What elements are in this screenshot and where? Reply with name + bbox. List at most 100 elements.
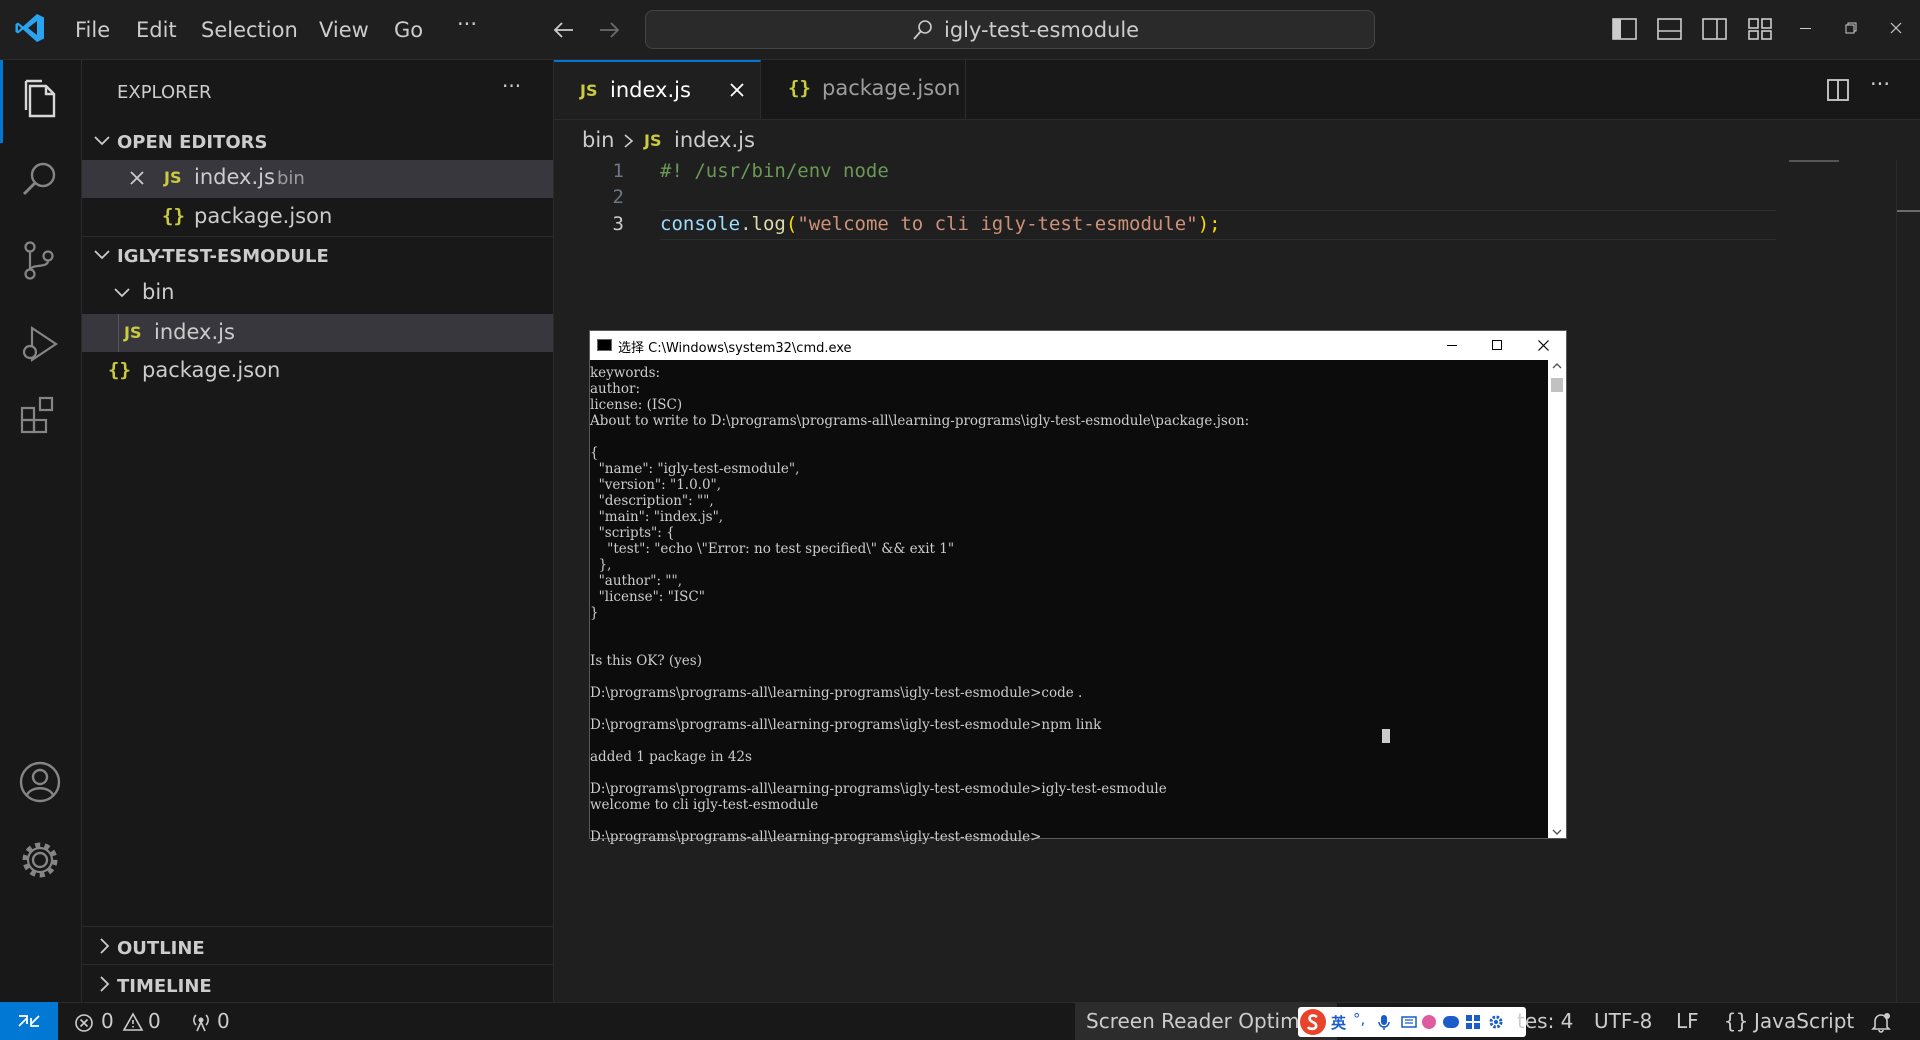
project-header[interactable]: IGLY-TEST-ESMODULE	[117, 246, 329, 267]
error-count[interactable]: 0	[101, 1009, 114, 1033]
line-number: 2	[612, 186, 624, 208]
breadcrumb-folder[interactable]: bin	[582, 128, 614, 152]
menu-more[interactable]: ···	[457, 12, 477, 36]
minimap[interactable]	[1789, 160, 1839, 162]
breadcrumb-file[interactable]: index.js	[674, 128, 755, 152]
cmd-output-line: license: (ISC)	[590, 397, 683, 413]
sogou-logo-icon	[1300, 1009, 1326, 1035]
accounts-icon[interactable]	[18, 760, 62, 804]
editor-more-actions[interactable]: ···	[1870, 72, 1890, 96]
chevron-down-icon[interactable]	[92, 130, 112, 150]
json-file-icon: {}	[788, 77, 811, 99]
eol-setting[interactable]: LF	[1676, 1009, 1699, 1033]
chevron-down-icon[interactable]	[92, 244, 112, 264]
ports-count[interactable]: 0	[217, 1009, 230, 1033]
cmd-output-line: "version": "1.0.0",	[590, 477, 722, 493]
chat-icon[interactable]	[1443, 1016, 1459, 1028]
ports-broadcast-icon[interactable]	[190, 1012, 212, 1032]
chevron-right-icon[interactable]	[94, 936, 114, 956]
menu-file[interactable]: File	[75, 18, 110, 42]
cmd-title-bar[interactable]: 选择 C:\Windows\system32\cmd.exe	[590, 331, 1566, 360]
ime-punct-icon[interactable]: °,	[1353, 1010, 1365, 1028]
line-number-current: 3	[612, 213, 624, 235]
close-icon[interactable]	[129, 170, 145, 186]
microphone-icon[interactable]	[1378, 1014, 1390, 1031]
toggle-panel-icon[interactable]	[1657, 17, 1682, 41]
open-editor-row-package[interactable]: {} package.json	[82, 198, 553, 236]
cmd-app-icon	[597, 339, 612, 351]
cmd-output-line: Is this OK? (yes)	[590, 653, 702, 669]
menu-view[interactable]: View	[319, 18, 369, 42]
explorer-more-button[interactable]: ···	[502, 74, 521, 98]
braces-icon[interactable]: {}	[1724, 1009, 1748, 1033]
explorer-title: EXPLORER	[117, 82, 212, 103]
open-editor-row-index[interactable]: JS index.js bin	[82, 160, 553, 198]
manage-gear-icon[interactable]	[18, 838, 62, 882]
timeline-header[interactable]: TIMELINE	[117, 976, 212, 997]
maximize-icon[interactable]	[1492, 340, 1502, 350]
chevron-down-icon[interactable]	[112, 282, 132, 302]
forward-arrow-icon[interactable]	[597, 18, 621, 42]
customize-layout-icon[interactable]	[1748, 17, 1773, 41]
code-line-1: #! /usr/bin/env node	[660, 160, 889, 182]
chevron-right-icon[interactable]	[94, 974, 114, 994]
cmd-output-line: "test": "echo \"Error: no test specified…	[590, 541, 955, 557]
js-file-icon: JS	[124, 323, 142, 342]
folder-bin[interactable]: bin	[142, 280, 174, 304]
extensions-icon[interactable]	[18, 394, 62, 438]
explorer-icon[interactable]	[18, 76, 62, 122]
toolbox-grid-icon[interactable]	[1466, 1015, 1480, 1029]
vertical-scrollbar[interactable]	[1896, 160, 1897, 1002]
cmd-scrollbar[interactable]	[1548, 360, 1566, 838]
tab-index-js[interactable]: JS index.js	[554, 60, 761, 119]
minimize-icon[interactable]	[1447, 345, 1457, 346]
encoding-setting[interactable]: UTF-8	[1594, 1009, 1652, 1033]
language-mode[interactable]: JavaScript	[1754, 1009, 1854, 1033]
ime-language-label[interactable]: 英	[1331, 1012, 1346, 1033]
error-icon[interactable]	[74, 1013, 94, 1033]
close-icon[interactable]	[729, 82, 745, 98]
warning-icon[interactable]	[122, 1012, 144, 1032]
ime-toolbar[interactable]: 英 °,	[1298, 1007, 1526, 1037]
divider	[82, 964, 553, 965]
back-arrow-icon[interactable]	[552, 18, 576, 42]
restore-icon[interactable]	[1845, 22, 1857, 34]
file-row-index[interactable]: JS index.js	[82, 314, 553, 352]
split-editor-icon[interactable]	[1826, 78, 1850, 102]
file-row-package[interactable]: {} package.json	[82, 352, 553, 390]
json-file-icon: {}	[108, 359, 131, 381]
tab-label: package.json	[822, 76, 961, 100]
js-file-icon: JS	[644, 131, 662, 150]
warning-count[interactable]: 0	[148, 1009, 161, 1033]
close-window-icon[interactable]	[1890, 22, 1902, 34]
menu-edit[interactable]: Edit	[136, 18, 177, 42]
tab-package-json[interactable]: {} package.json	[762, 60, 966, 119]
menu-selection[interactable]: Selection	[201, 18, 298, 42]
run-debug-icon[interactable]	[18, 322, 62, 366]
close-window-icon[interactable]	[1538, 340, 1549, 351]
settings-gear-icon[interactable]	[1488, 1014, 1504, 1030]
minimize-icon[interactable]	[1800, 28, 1811, 29]
code-line-3: console.log("welcome to cli igly-test-es…	[660, 213, 1221, 235]
search-view-icon[interactable]	[18, 158, 62, 202]
notifications-bell-icon[interactable]	[1870, 1011, 1892, 1033]
menu-go[interactable]: Go	[394, 18, 423, 42]
skin-icon[interactable]	[1422, 1015, 1436, 1029]
source-control-icon[interactable]	[18, 238, 62, 282]
outline-header[interactable]: OUTLINE	[117, 938, 205, 959]
toggle-secondary-sidebar-icon[interactable]	[1702, 17, 1727, 41]
status-bar: 0 0 0 Screen Reader Optimize 英 °, tes: 4…	[0, 1002, 1920, 1040]
remote-indicator[interactable]	[0, 1002, 58, 1040]
cmd-output-line: added 1 package in 42s	[590, 749, 752, 765]
cmd-output-line: },	[590, 557, 612, 573]
open-editor-name: index.js	[194, 165, 275, 189]
open-editors-header[interactable]: OPEN EDITORS	[117, 132, 267, 153]
cmd-window[interactable]: 选择 C:\Windows\system32\cmd.exe keywords:…	[589, 330, 1567, 845]
active-indicator	[0, 60, 3, 143]
command-center-search[interactable]: igly-test-esmodule	[645, 10, 1375, 49]
toggle-primary-sidebar-icon[interactable]	[1612, 17, 1637, 41]
cmd-output-line: author:	[590, 381, 640, 397]
file-name: index.js	[154, 320, 235, 344]
indentation-setting[interactable]: tes: 4	[1517, 1009, 1573, 1033]
keyboard-icon[interactable]	[1401, 1016, 1417, 1028]
